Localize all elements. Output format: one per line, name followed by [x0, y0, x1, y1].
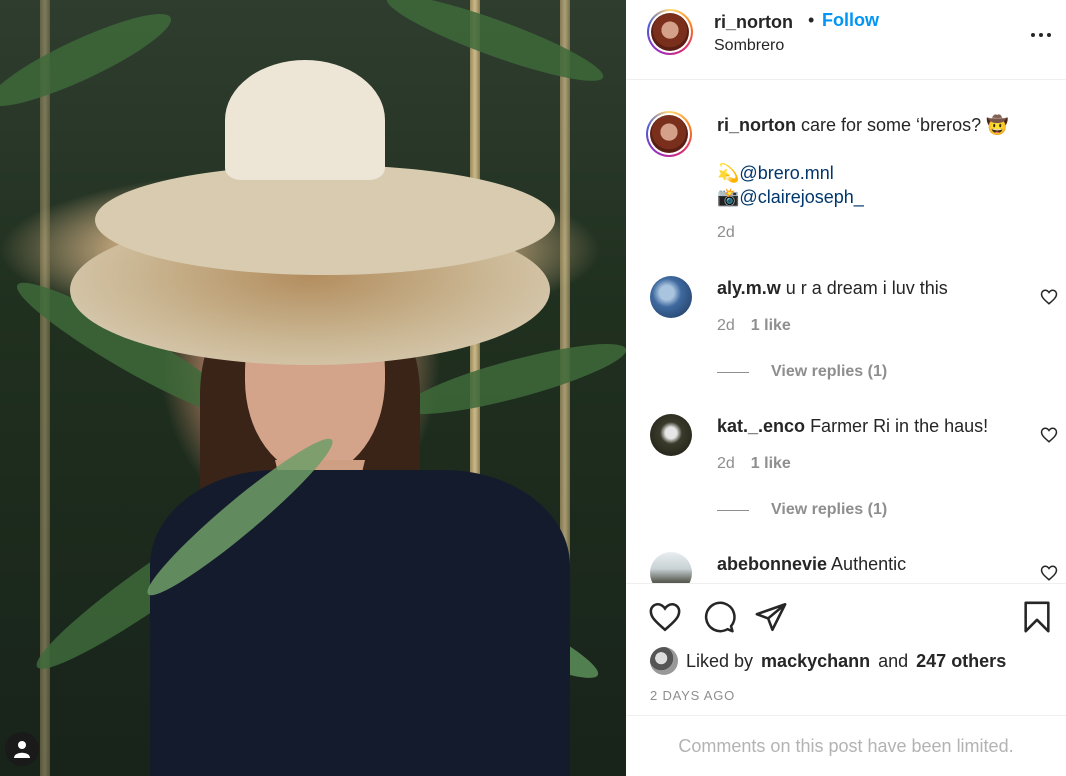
- heart-icon[interactable]: [648, 600, 682, 634]
- paper-plane-icon[interactable]: [754, 600, 788, 634]
- bookmark-icon[interactable]: [1020, 600, 1054, 634]
- caption-text: care for some ‘breros? 🤠: [801, 115, 1009, 135]
- comment-bubble-icon[interactable]: [702, 600, 736, 634]
- liker-avatar[interactable]: [650, 647, 678, 675]
- sparkle-emoji: 💫: [717, 163, 740, 183]
- comment-text: Farmer Ri in the haus!: [810, 416, 989, 436]
- divider-line: [717, 509, 749, 511]
- more-options-icon[interactable]: [1031, 29, 1055, 41]
- commenter-avatar[interactable]: [650, 552, 692, 583]
- tagged-users-button[interactable]: [5, 732, 39, 766]
- comment-meta: 2d 1 like: [717, 455, 791, 473]
- separator-dot: •: [808, 10, 815, 30]
- caption-avatar[interactable]: [646, 111, 692, 157]
- view-replies-label: View replies (1): [771, 363, 888, 380]
- post-timestamp[interactable]: 2 DAYS AGO: [650, 688, 735, 703]
- comment-likes[interactable]: 1 like: [751, 455, 791, 473]
- mention-link[interactable]: @clairejoseph_: [739, 187, 863, 207]
- post-header: ri_norton • Follow Sombrero: [626, 0, 1066, 80]
- comment-meta: 2d 1 like: [717, 317, 791, 335]
- view-replies-button[interactable]: View replies (1): [717, 501, 887, 519]
- author-username[interactable]: ri_norton: [714, 12, 793, 33]
- comment: aly.m.w u r a dream i luv this: [717, 276, 948, 300]
- comment-likes[interactable]: 1 like: [751, 317, 791, 335]
- user-icon: [14, 741, 30, 758]
- comments-limited-notice: Comments on this post have been limited.: [626, 715, 1066, 776]
- heart-icon[interactable]: [1040, 288, 1058, 306]
- comment-timestamp[interactable]: 2d: [717, 455, 735, 473]
- post-actions: Liked by mackychann and 247 others 2 DAY…: [626, 585, 1066, 715]
- hat-brim-upper: [95, 165, 555, 275]
- comment-username[interactable]: kat._.enco: [717, 416, 805, 436]
- location-link[interactable]: Sombrero: [714, 37, 784, 55]
- view-replies-label: View replies (1): [771, 501, 888, 518]
- comment: kat._.enco Farmer Ri in the haus!: [717, 414, 988, 438]
- commenter-avatar[interactable]: [650, 276, 692, 318]
- view-replies-button[interactable]: View replies (1): [717, 363, 887, 381]
- camera-emoji: 📸: [717, 187, 740, 207]
- comment-text: Authentic: [831, 554, 907, 574]
- follow-button[interactable]: Follow: [822, 10, 879, 31]
- post-panel: ri_norton • Follow Sombrero ri_norton ca…: [626, 0, 1066, 776]
- heart-icon[interactable]: [1040, 564, 1058, 582]
- hat-crown: [225, 60, 385, 180]
- navy-coat: [150, 470, 570, 776]
- liked-by-prefix: Liked by: [686, 650, 754, 671]
- caption: ri_norton care for some ‘breros? 🤠 💫@bre…: [717, 113, 1047, 209]
- comment-text: u r a dream i luv this: [785, 278, 948, 298]
- divider-line: [717, 371, 749, 373]
- leaf: [0, 0, 180, 121]
- comments-list[interactable]: ri_norton care for some ‘breros? 🤠 💫@bre…: [626, 81, 1066, 584]
- leaf: [380, 0, 610, 95]
- heart-icon[interactable]: [1040, 426, 1058, 444]
- commenter-avatar[interactable]: [650, 414, 692, 456]
- liked-by-conj: and: [878, 650, 909, 671]
- caption-username[interactable]: ri_norton: [717, 115, 796, 135]
- caption-timestamp[interactable]: 2d: [717, 224, 735, 242]
- liker-username[interactable]: mackychann: [761, 651, 870, 672]
- liked-by: Liked by mackychann and 247 others: [650, 647, 1006, 675]
- post-photo[interactable]: [0, 0, 626, 776]
- comment: abebonnevie Authentic: [717, 552, 906, 576]
- comment-username[interactable]: abebonnevie: [717, 554, 827, 574]
- author-avatar[interactable]: [647, 9, 693, 55]
- comment-username[interactable]: aly.m.w: [717, 278, 781, 298]
- likes-count[interactable]: 247 others: [916, 651, 1006, 672]
- mention-link[interactable]: @brero.mnl: [739, 163, 833, 183]
- comment-timestamp[interactable]: 2d: [717, 317, 735, 335]
